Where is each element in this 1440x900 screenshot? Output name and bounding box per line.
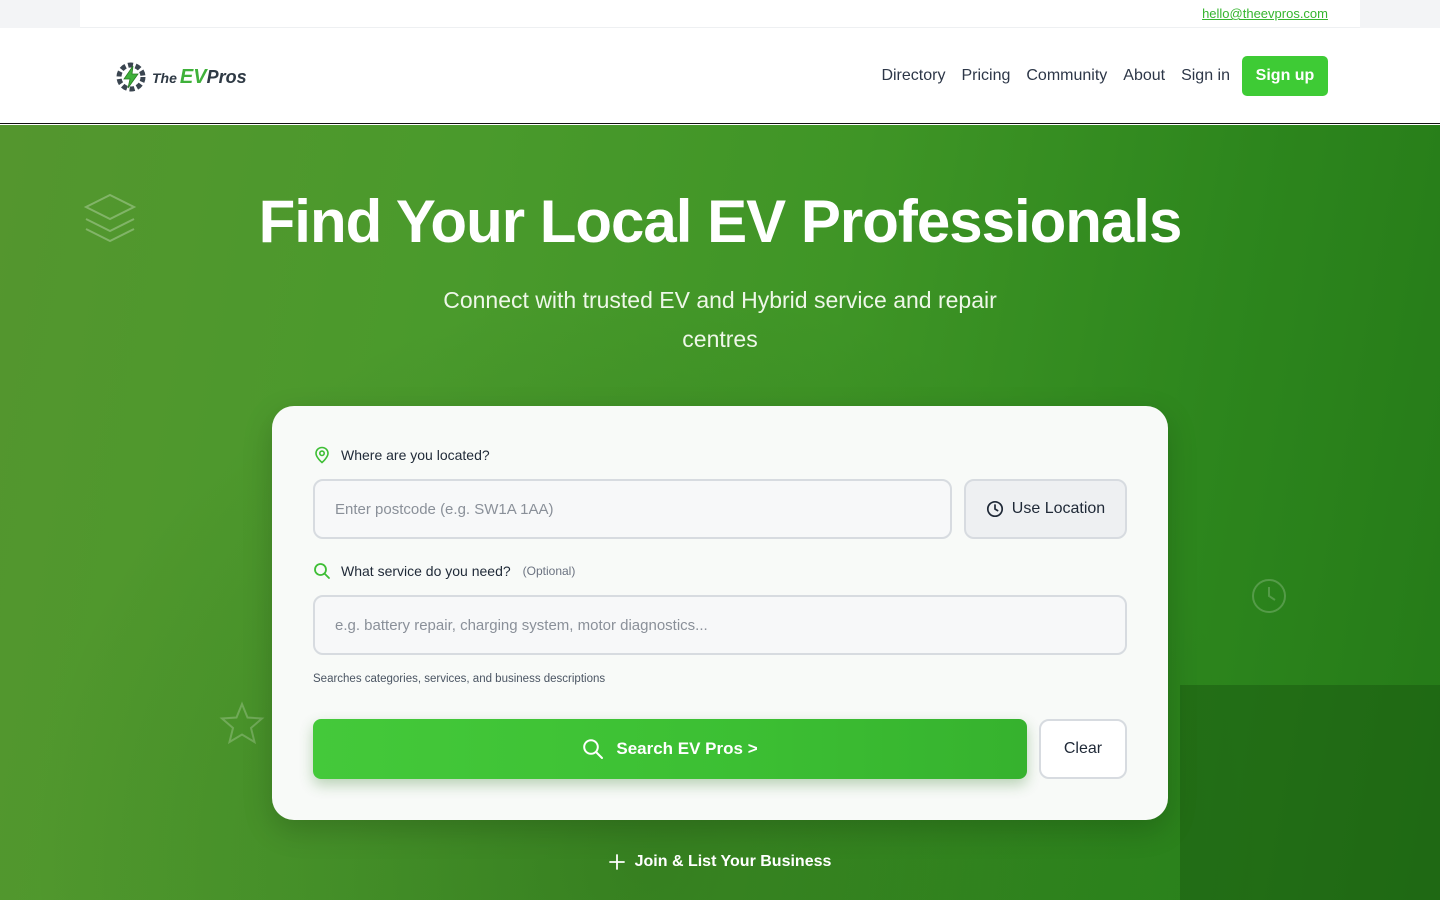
- hero-title: Find Your Local EV Professionals: [258, 188, 1183, 255]
- service-input[interactable]: [313, 595, 1127, 655]
- search-button[interactable]: Search EV Pros >: [313, 719, 1027, 779]
- join-list-business-link[interactable]: Join & List Your Business: [0, 853, 1440, 871]
- service-label-text: What service do you need?: [341, 563, 511, 579]
- top-strip-inner: hello@theevpros.com: [80, 0, 1360, 28]
- search-card: Where are you located? Use Location What…: [272, 406, 1168, 820]
- hero-subtitle: Connect with trusted EV and Hybrid servi…: [443, 287, 997, 352]
- gear-bolt-icon: [116, 62, 146, 92]
- location-label-text: Where are you located?: [341, 447, 490, 463]
- map-pin-icon: [315, 446, 329, 464]
- sign-up-button[interactable]: Sign up: [1242, 56, 1328, 96]
- service-helper-text: Searches categories, services, and busin…: [313, 673, 606, 685]
- use-location-button[interactable]: Use Location: [964, 479, 1127, 539]
- contact-email-link[interactable]: hello@theevpros.com: [1202, 6, 1328, 21]
- nav-directory[interactable]: Directory: [881, 67, 945, 85]
- location-label: Where are you located?: [313, 446, 490, 464]
- use-location-label: Use Location: [1011, 500, 1106, 517]
- hero-section: Find Your Local EV Professionals Connect…: [0, 125, 1440, 900]
- clock-icon: [1252, 579, 1286, 613]
- search-icon: [583, 739, 604, 759]
- star-icon: [219, 701, 265, 745]
- logo-the: The: [152, 69, 177, 86]
- join-label: Join & List Your Business: [634, 853, 832, 870]
- postcode-input[interactable]: [313, 479, 952, 539]
- main-nav: Directory Pricing Community About Sign i…: [881, 56, 1328, 96]
- site-logo[interactable]: The EV Pros: [114, 60, 247, 94]
- logo-ev: EV: [179, 65, 207, 88]
- service-label: What service do you need? (Optional): [313, 562, 575, 580]
- nav-community[interactable]: Community: [1026, 67, 1107, 85]
- nav-sign-in[interactable]: Sign in: [1181, 67, 1230, 85]
- nav-about[interactable]: About: [1123, 67, 1165, 85]
- plus-icon: [608, 854, 625, 870]
- top-strip: hello@theevpros.com: [0, 0, 1440, 28]
- search-button-label: Search EV Pros >: [616, 739, 758, 758]
- logo-wordmark: The EV Pros: [152, 66, 247, 89]
- logo-pros: Pros: [206, 66, 247, 87]
- clock-icon: [986, 500, 1003, 518]
- clear-button[interactable]: Clear: [1039, 719, 1127, 779]
- nav-pricing[interactable]: Pricing: [961, 67, 1010, 85]
- search-icon: [314, 563, 330, 579]
- optional-tag: (Optional): [522, 564, 576, 578]
- site-header: The EV Pros Directory Pricing Community …: [0, 28, 1440, 124]
